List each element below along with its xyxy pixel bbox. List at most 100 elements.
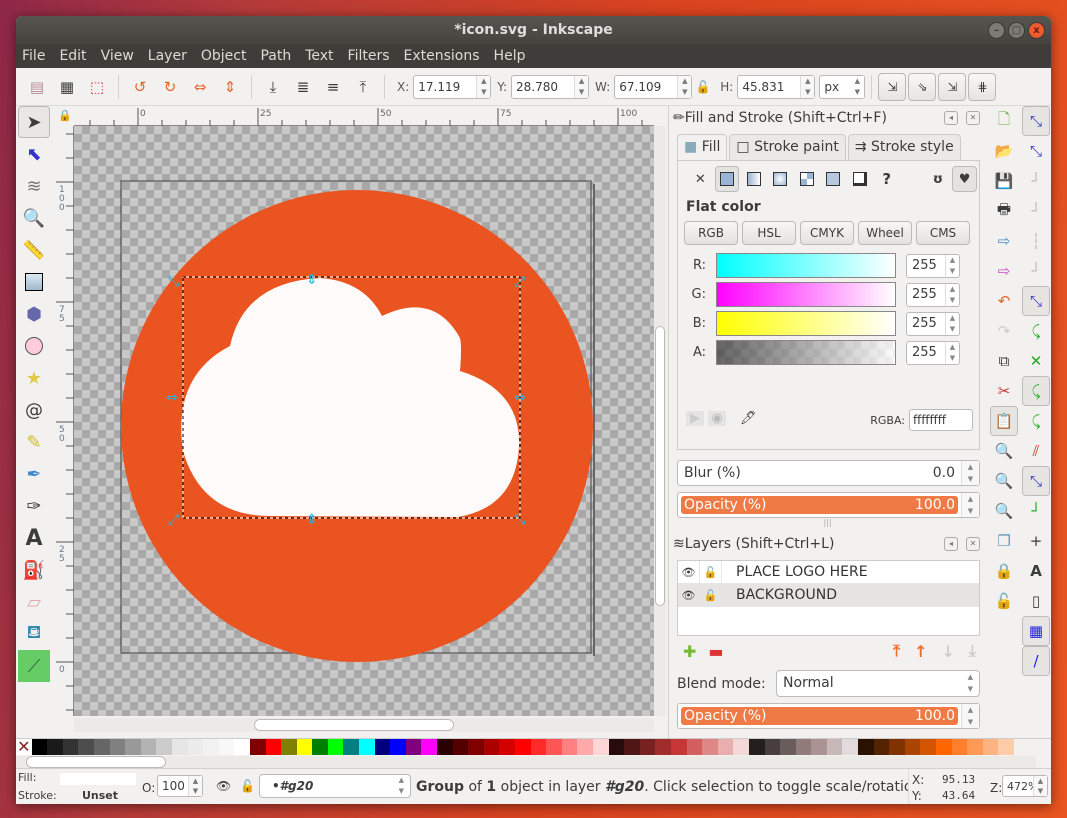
duplicate-icon[interactable]: ❐	[990, 526, 1018, 556]
palette-swatch[interactable]	[702, 739, 718, 755]
new-document-icon[interactable]: 🗋	[990, 106, 1018, 136]
alpha-value[interactable]: 255 ▲ ▼	[906, 340, 960, 365]
unset-paint-button[interactable]	[848, 166, 873, 192]
palette-swatch[interactable]	[78, 739, 94, 755]
close-panel-button[interactable]: ✕	[966, 111, 980, 125]
palette-swatch[interactable]	[717, 739, 734, 755]
triangle-wheel-icon[interactable]: ▶	[686, 411, 704, 426]
snap-enable-icon[interactable]: ⤡	[1022, 106, 1050, 136]
unit-select[interactable]: px ▲ ▼	[819, 74, 866, 99]
snap-rotation-center-icon[interactable]: +	[1022, 526, 1050, 556]
zoom-selection-icon[interactable]: 🔍	[990, 436, 1018, 466]
blend-mode-select[interactable]: Normal ▲ ▼	[776, 670, 980, 697]
palette-swatch[interactable]	[421, 739, 438, 755]
color-picker-icon[interactable]: 🖊	[740, 411, 757, 426]
measure-tool[interactable]: 📏	[18, 234, 50, 266]
rotate-cw-icon[interactable]: ↻	[159, 76, 181, 98]
palette-swatch[interactable]	[951, 739, 968, 755]
palette-swatch[interactable]	[265, 739, 282, 755]
palette-swatch[interactable]	[312, 739, 328, 755]
flip-horizontal-icon[interactable]: ⇔	[189, 76, 211, 98]
unlink-clone-icon[interactable]: 🔓	[990, 586, 1018, 616]
palette-swatch[interactable]	[281, 739, 297, 755]
palette-swatch[interactable]	[624, 739, 640, 755]
add-layer-icon[interactable]: ✚	[683, 642, 696, 661]
snap-intersections-icon[interactable]: ✕	[1022, 346, 1050, 376]
text-tool[interactable]: A	[18, 522, 50, 554]
palette-swatch[interactable]	[405, 739, 422, 755]
spray-tool[interactable]: ⛽	[18, 554, 50, 586]
circle-wheel-icon[interactable]: ◉	[708, 411, 726, 426]
palette-swatch[interactable]	[125, 739, 141, 755]
layer-visibility-icon[interactable]: 👁	[216, 779, 231, 793]
palette-swatch[interactable]	[982, 739, 999, 755]
palette-scrollbar[interactable]	[16, 756, 1036, 768]
layer-row[interactable]: 👁 🔓 BACKGROUND	[678, 583, 979, 607]
hsl-button[interactable]: HSL	[742, 221, 796, 245]
palette-swatch[interactable]	[904, 739, 921, 755]
layers-close-button[interactable]: ✕	[966, 537, 980, 551]
palette-swatch[interactable]	[670, 739, 687, 755]
fill-rule-nonzero-icon[interactable]: ♥	[952, 166, 977, 192]
lock-ratio-icon[interactable]: 🔓	[696, 76, 711, 98]
snap-page-border-icon[interactable]: ▯	[1022, 586, 1050, 616]
fill-rule-evenodd-icon[interactable]: ʊ	[926, 166, 951, 192]
snap-paths-icon[interactable]: ⤹	[1022, 316, 1050, 346]
pen-tool[interactable]: ✒	[18, 458, 50, 490]
calligraphy-tool[interactable]: ✑	[18, 490, 50, 522]
export-icon[interactable]: ⇨	[990, 256, 1018, 286]
handle-se[interactable]: ⤡	[514, 512, 525, 528]
lock-open-icon[interactable]: 🔓	[700, 583, 722, 607]
green-slider[interactable]	[716, 282, 896, 307]
w-field[interactable]: 67.109 ▲ ▼	[614, 74, 693, 99]
3d-box-tool[interactable]: ⬢	[18, 298, 50, 330]
eraser-tool[interactable]: ▱	[18, 586, 50, 618]
close-button[interactable]: x	[1028, 22, 1045, 39]
palette-swatch[interactable]	[483, 739, 500, 755]
cms-button[interactable]: CMS	[916, 221, 970, 245]
flat-color-button[interactable]	[714, 166, 740, 192]
palette-swatch[interactable]	[249, 739, 266, 755]
palette-swatch[interactable]	[234, 739, 250, 755]
raise-icon[interactable]: ≡	[322, 76, 344, 98]
y-field[interactable]: 28.780 ▲ ▼	[511, 74, 590, 99]
flip-vertical-icon[interactable]: ⇕	[219, 76, 241, 98]
lower-layer-icon[interactable]: ↓	[942, 642, 955, 661]
linear-gradient-button[interactable]	[741, 166, 766, 192]
menu-filters[interactable]: Filters	[348, 48, 390, 64]
no-color-swatch[interactable]: ✕	[16, 739, 32, 755]
layer-lock-icon[interactable]: 🔓	[240, 779, 255, 793]
print-icon[interactable]: 🖶	[990, 196, 1018, 226]
opacity-field[interactable]: Opacity (%) 100.0 ▲ ▼	[677, 492, 980, 518]
palette-swatch[interactable]	[203, 739, 219, 755]
blue-slider[interactable]	[716, 311, 896, 336]
palette-swatch[interactable]	[592, 739, 609, 755]
copy-icon[interactable]: ⧉	[990, 346, 1018, 376]
stroke-indicator[interactable]: Unset	[82, 789, 118, 802]
import-icon[interactable]: ⇨	[990, 226, 1018, 256]
redo-icon[interactable]: ↷	[990, 316, 1018, 346]
red-value[interactable]: 255 ▲ ▼	[906, 253, 960, 278]
wheel-button[interactable]: Wheel	[858, 221, 912, 245]
handle-n[interactable]: ⇕	[306, 272, 318, 288]
menu-file[interactable]: File	[22, 48, 45, 64]
current-layer-select[interactable]: •#g20 ▲ ▼	[259, 774, 411, 798]
palette-swatch[interactable]	[93, 739, 110, 755]
raise-layer-to-top-icon[interactable]: ⤒	[893, 641, 900, 661]
select-all-layers-icon[interactable]: ▦	[56, 76, 78, 98]
node-tool[interactable]: ⬉	[18, 138, 50, 170]
star-tool[interactable]: ★	[18, 362, 50, 394]
rotate-ccw-icon[interactable]: ↺	[129, 76, 151, 98]
handle-w[interactable]: ⇔	[166, 390, 178, 406]
palette-swatch[interactable]	[967, 739, 983, 755]
fill-indicator[interactable]	[60, 773, 136, 785]
selector-tool[interactable]: ➤	[18, 106, 50, 138]
panel-resize-handle[interactable]: |||	[669, 518, 986, 532]
cmyk-button[interactable]: CMYK	[800, 221, 854, 245]
palette-swatch[interactable]	[515, 739, 531, 755]
radial-gradient-button[interactable]	[768, 166, 793, 192]
rgba-field[interactable]: ffffffff	[909, 409, 973, 431]
open-icon[interactable]: 📂	[990, 136, 1018, 166]
palette-swatch[interactable]	[873, 739, 890, 755]
palette-swatch[interactable]	[47, 739, 63, 755]
